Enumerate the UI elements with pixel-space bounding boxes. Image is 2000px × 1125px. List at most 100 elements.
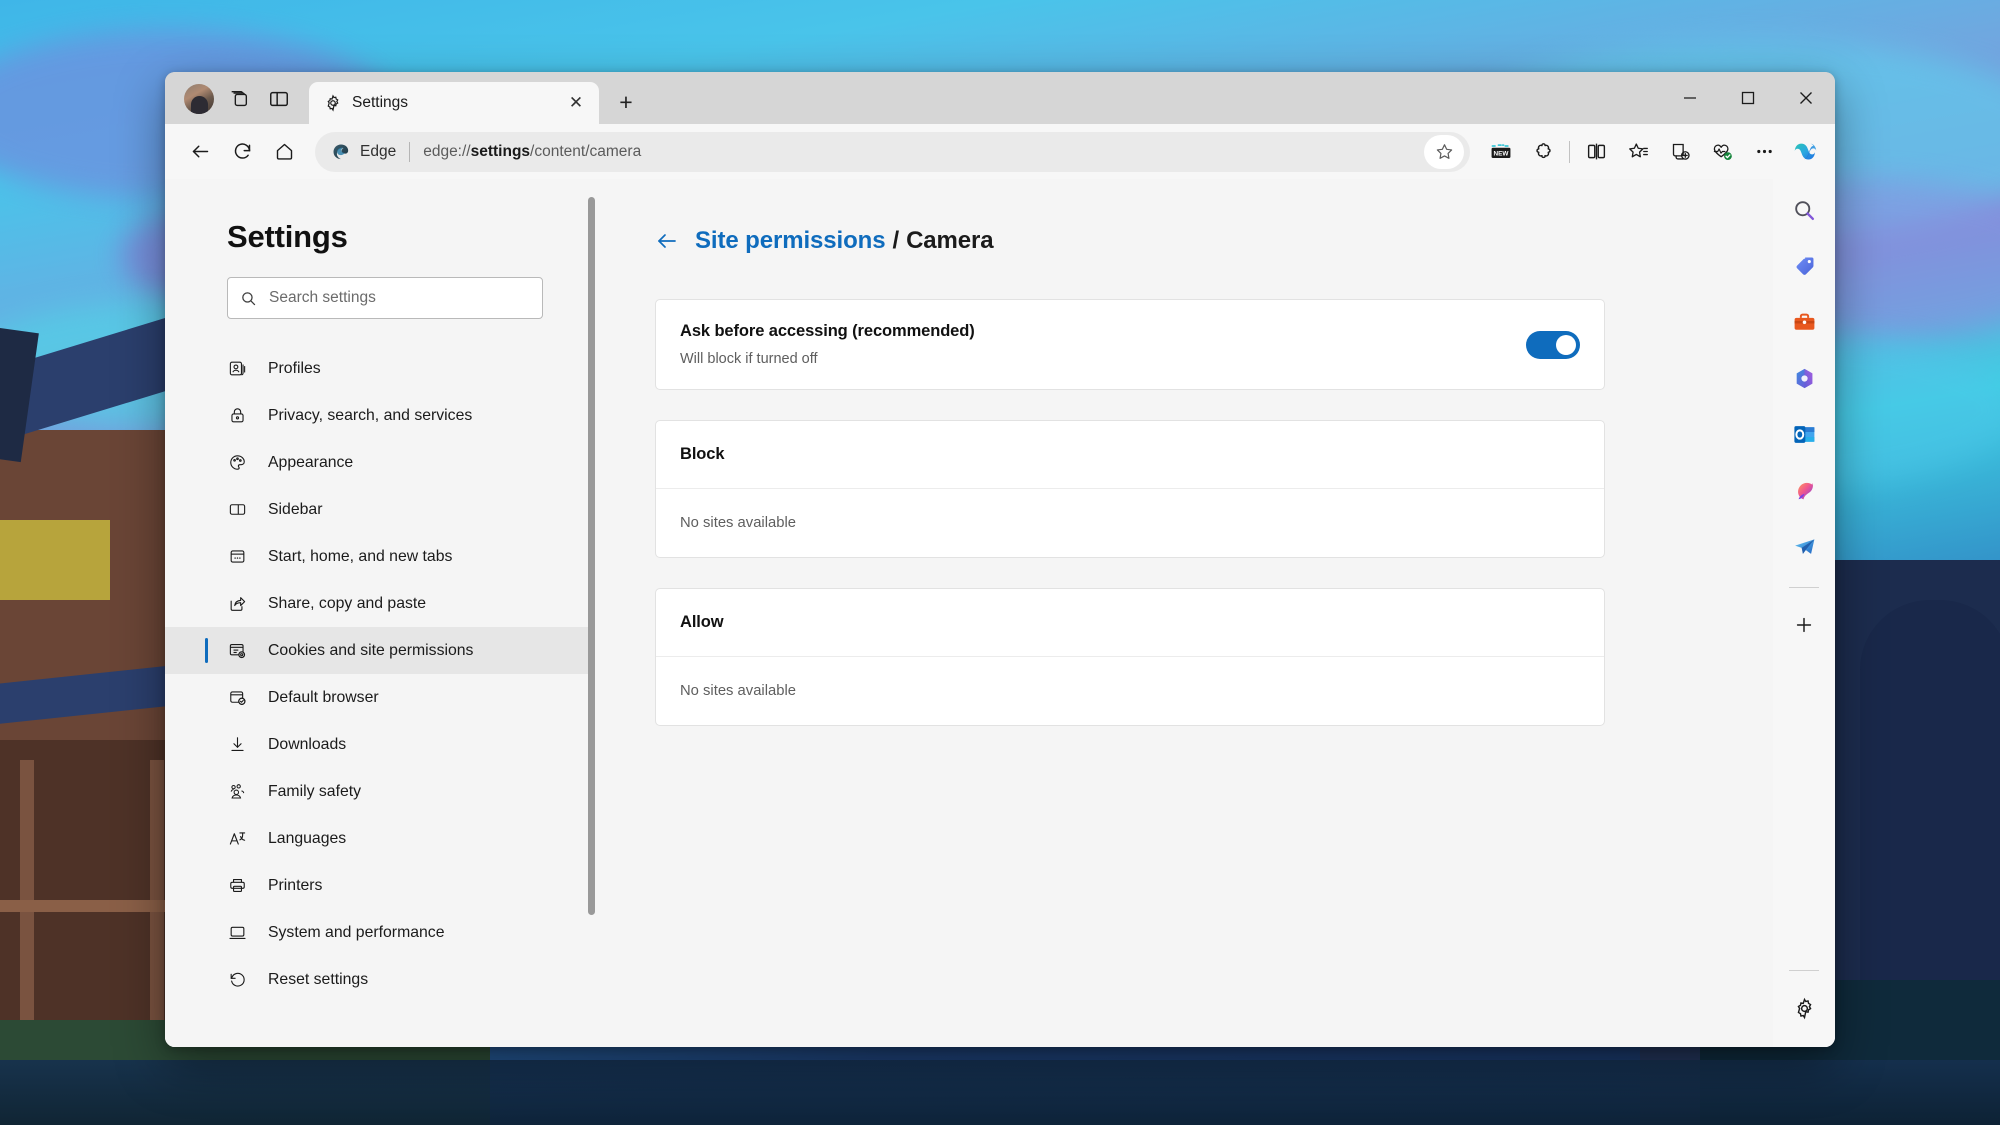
printer-icon	[227, 875, 248, 896]
tab-strip: Settings ✕ +	[165, 72, 1835, 124]
copilot-icon[interactable]	[1785, 131, 1827, 173]
vertical-tabs-icon[interactable]	[259, 79, 299, 119]
allow-card-empty-text: No sites available	[680, 683, 796, 699]
url-prefix: edge://	[423, 142, 471, 160]
block-card-header: Block	[656, 421, 1604, 489]
browser-essentials-icon[interactable]	[1701, 131, 1743, 173]
sidebar-item-cookies-and-site-permissions[interactable]: Cookies and site permissions	[165, 627, 595, 674]
sidebar-item-share[interactable]: Share, copy and paste	[165, 580, 595, 627]
block-card-empty-text: No sites available	[680, 515, 796, 531]
url-text: edge://settings/content/camera	[423, 143, 1424, 161]
browser-body: Settings Search settings Profiles Privac…	[165, 179, 1835, 1047]
search-icon[interactable]	[1783, 189, 1825, 231]
settings-content: Site permissions / Camera Ask before acces…	[595, 179, 1773, 1047]
sidebar-icon	[227, 499, 248, 520]
back-arrow-icon[interactable]	[655, 229, 679, 253]
sidebar-item-start-home[interactable]: Start, home, and new tabs	[165, 533, 595, 580]
breadcrumb-text: Site permissions / Camera	[695, 227, 994, 255]
tab-groups-icon[interactable]	[219, 79, 259, 119]
new-badge-icon[interactable]: NEW	[1480, 131, 1522, 173]
breadcrumb-parent-link[interactable]: Site permissions	[695, 227, 886, 254]
settings-sidebar: Settings Search settings Profiles Privac…	[165, 179, 595, 1047]
sidebar-item-label: Profiles	[268, 359, 321, 377]
edge-identity: Edge	[331, 142, 396, 162]
favorites-icon[interactable]	[1617, 131, 1659, 173]
tab-close-icon[interactable]: ✕	[563, 90, 589, 116]
send-icon[interactable]	[1783, 525, 1825, 567]
sidebar-divider	[1789, 970, 1819, 971]
search-placeholder: Search settings	[269, 289, 376, 306]
designer-icon[interactable]	[1783, 469, 1825, 511]
close-button[interactable]	[1777, 72, 1835, 124]
lock-icon	[227, 405, 248, 426]
new-tab-button[interactable]: +	[607, 83, 645, 121]
block-card: Block No sites available	[655, 420, 1605, 558]
breadcrumb: Site permissions / Camera	[655, 227, 1773, 255]
shopping-tag-icon[interactable]	[1783, 245, 1825, 287]
minimize-button[interactable]	[1661, 72, 1719, 124]
browser-toolbar: Edge edge://settings/content/camera NEW	[165, 124, 1835, 179]
sidebar-item-printers[interactable]: Printers	[165, 862, 595, 909]
page-scrollbar[interactable]	[588, 197, 595, 915]
download-icon	[227, 734, 248, 755]
sidebar-item-sidebar[interactable]: Sidebar	[165, 486, 595, 533]
more-options-icon[interactable]	[1743, 131, 1785, 173]
sidebar-item-profiles[interactable]: Profiles	[165, 345, 595, 392]
edge-label: Edge	[360, 142, 397, 160]
profile-avatar[interactable]	[179, 79, 219, 119]
add-sidebar-app-button[interactable]	[1783, 604, 1825, 646]
sidebar-item-reset-settings[interactable]: Reset settings	[165, 956, 595, 1003]
gear-icon	[324, 94, 342, 112]
page-title: Settings	[227, 219, 348, 254]
sidebar-item-label: Sidebar	[268, 500, 323, 518]
ask-before-accessing-subtitle: Will block if turned off	[680, 351, 818, 367]
search-icon	[240, 290, 257, 307]
sidebar-item-label: Start, home, and new tabs	[268, 547, 453, 565]
breadcrumb-current: Camera	[906, 227, 994, 254]
edge-sidebar	[1773, 179, 1835, 1047]
profiles-icon	[227, 358, 248, 379]
sidebar-item-family-safety[interactable]: Family safety	[165, 768, 595, 815]
home-icon[interactable]	[263, 131, 305, 173]
back-arrow-icon[interactable]	[179, 131, 221, 173]
collections-icon[interactable]	[1659, 131, 1701, 173]
outlook-icon[interactable]	[1783, 413, 1825, 455]
sidebar-item-label: Privacy, search, and services	[268, 406, 473, 424]
search-input[interactable]: Search settings	[227, 277, 543, 319]
split-screen-icon[interactable]	[1575, 131, 1617, 173]
microsoft-365-icon[interactable]	[1783, 357, 1825, 399]
family-icon	[227, 781, 248, 802]
sidebar-item-system-and-performance[interactable]: System and performance	[165, 909, 595, 956]
allow-card: Allow No sites available	[655, 588, 1605, 726]
extensions-icon[interactable]	[1522, 131, 1564, 173]
sidebar-item-label: Languages	[268, 829, 347, 847]
tools-icon[interactable]	[1783, 301, 1825, 343]
sidebar-item-downloads[interactable]: Downloads	[165, 721, 595, 768]
sidebar-item-label: Reset settings	[268, 970, 369, 988]
sidebar-item-label: Cookies and site permissions	[268, 641, 474, 659]
sidebar-item-languages[interactable]: Languages	[165, 815, 595, 862]
cookies-icon	[227, 640, 248, 661]
gear-icon[interactable]	[1783, 987, 1825, 1029]
avatar	[184, 84, 214, 114]
maximize-button[interactable]	[1719, 72, 1777, 124]
ask-before-accessing-toggle[interactable]	[1526, 330, 1580, 359]
address-bar[interactable]: Edge edge://settings/content/camera	[315, 131, 1470, 172]
ask-before-accessing-card: Ask before accessing (recommended) Will …	[655, 299, 1605, 390]
start-home-icon	[227, 546, 248, 567]
toolbar-divider	[1569, 140, 1570, 163]
refresh-icon[interactable]	[221, 131, 263, 173]
wallpaper-banner	[0, 520, 110, 600]
palette-icon	[227, 452, 248, 473]
system-icon	[227, 922, 248, 943]
languages-icon	[227, 828, 248, 849]
url-bold-segment: settings	[470, 142, 531, 160]
sidebar-item-appearance[interactable]: Appearance	[165, 439, 595, 486]
sidebar-item-default-browser[interactable]: Default browser	[165, 674, 595, 721]
sidebar-item-label: Printers	[268, 876, 323, 894]
add-favorite-button[interactable]	[1424, 134, 1464, 169]
browser-window: Settings ✕ + Edge edge://settings/conten…	[165, 72, 1835, 1047]
sidebar-item-privacy[interactable]: Privacy, search, and services	[165, 392, 595, 439]
sidebar-item-label: Share, copy and paste	[268, 594, 427, 612]
tab-settings[interactable]: Settings ✕	[309, 82, 599, 124]
